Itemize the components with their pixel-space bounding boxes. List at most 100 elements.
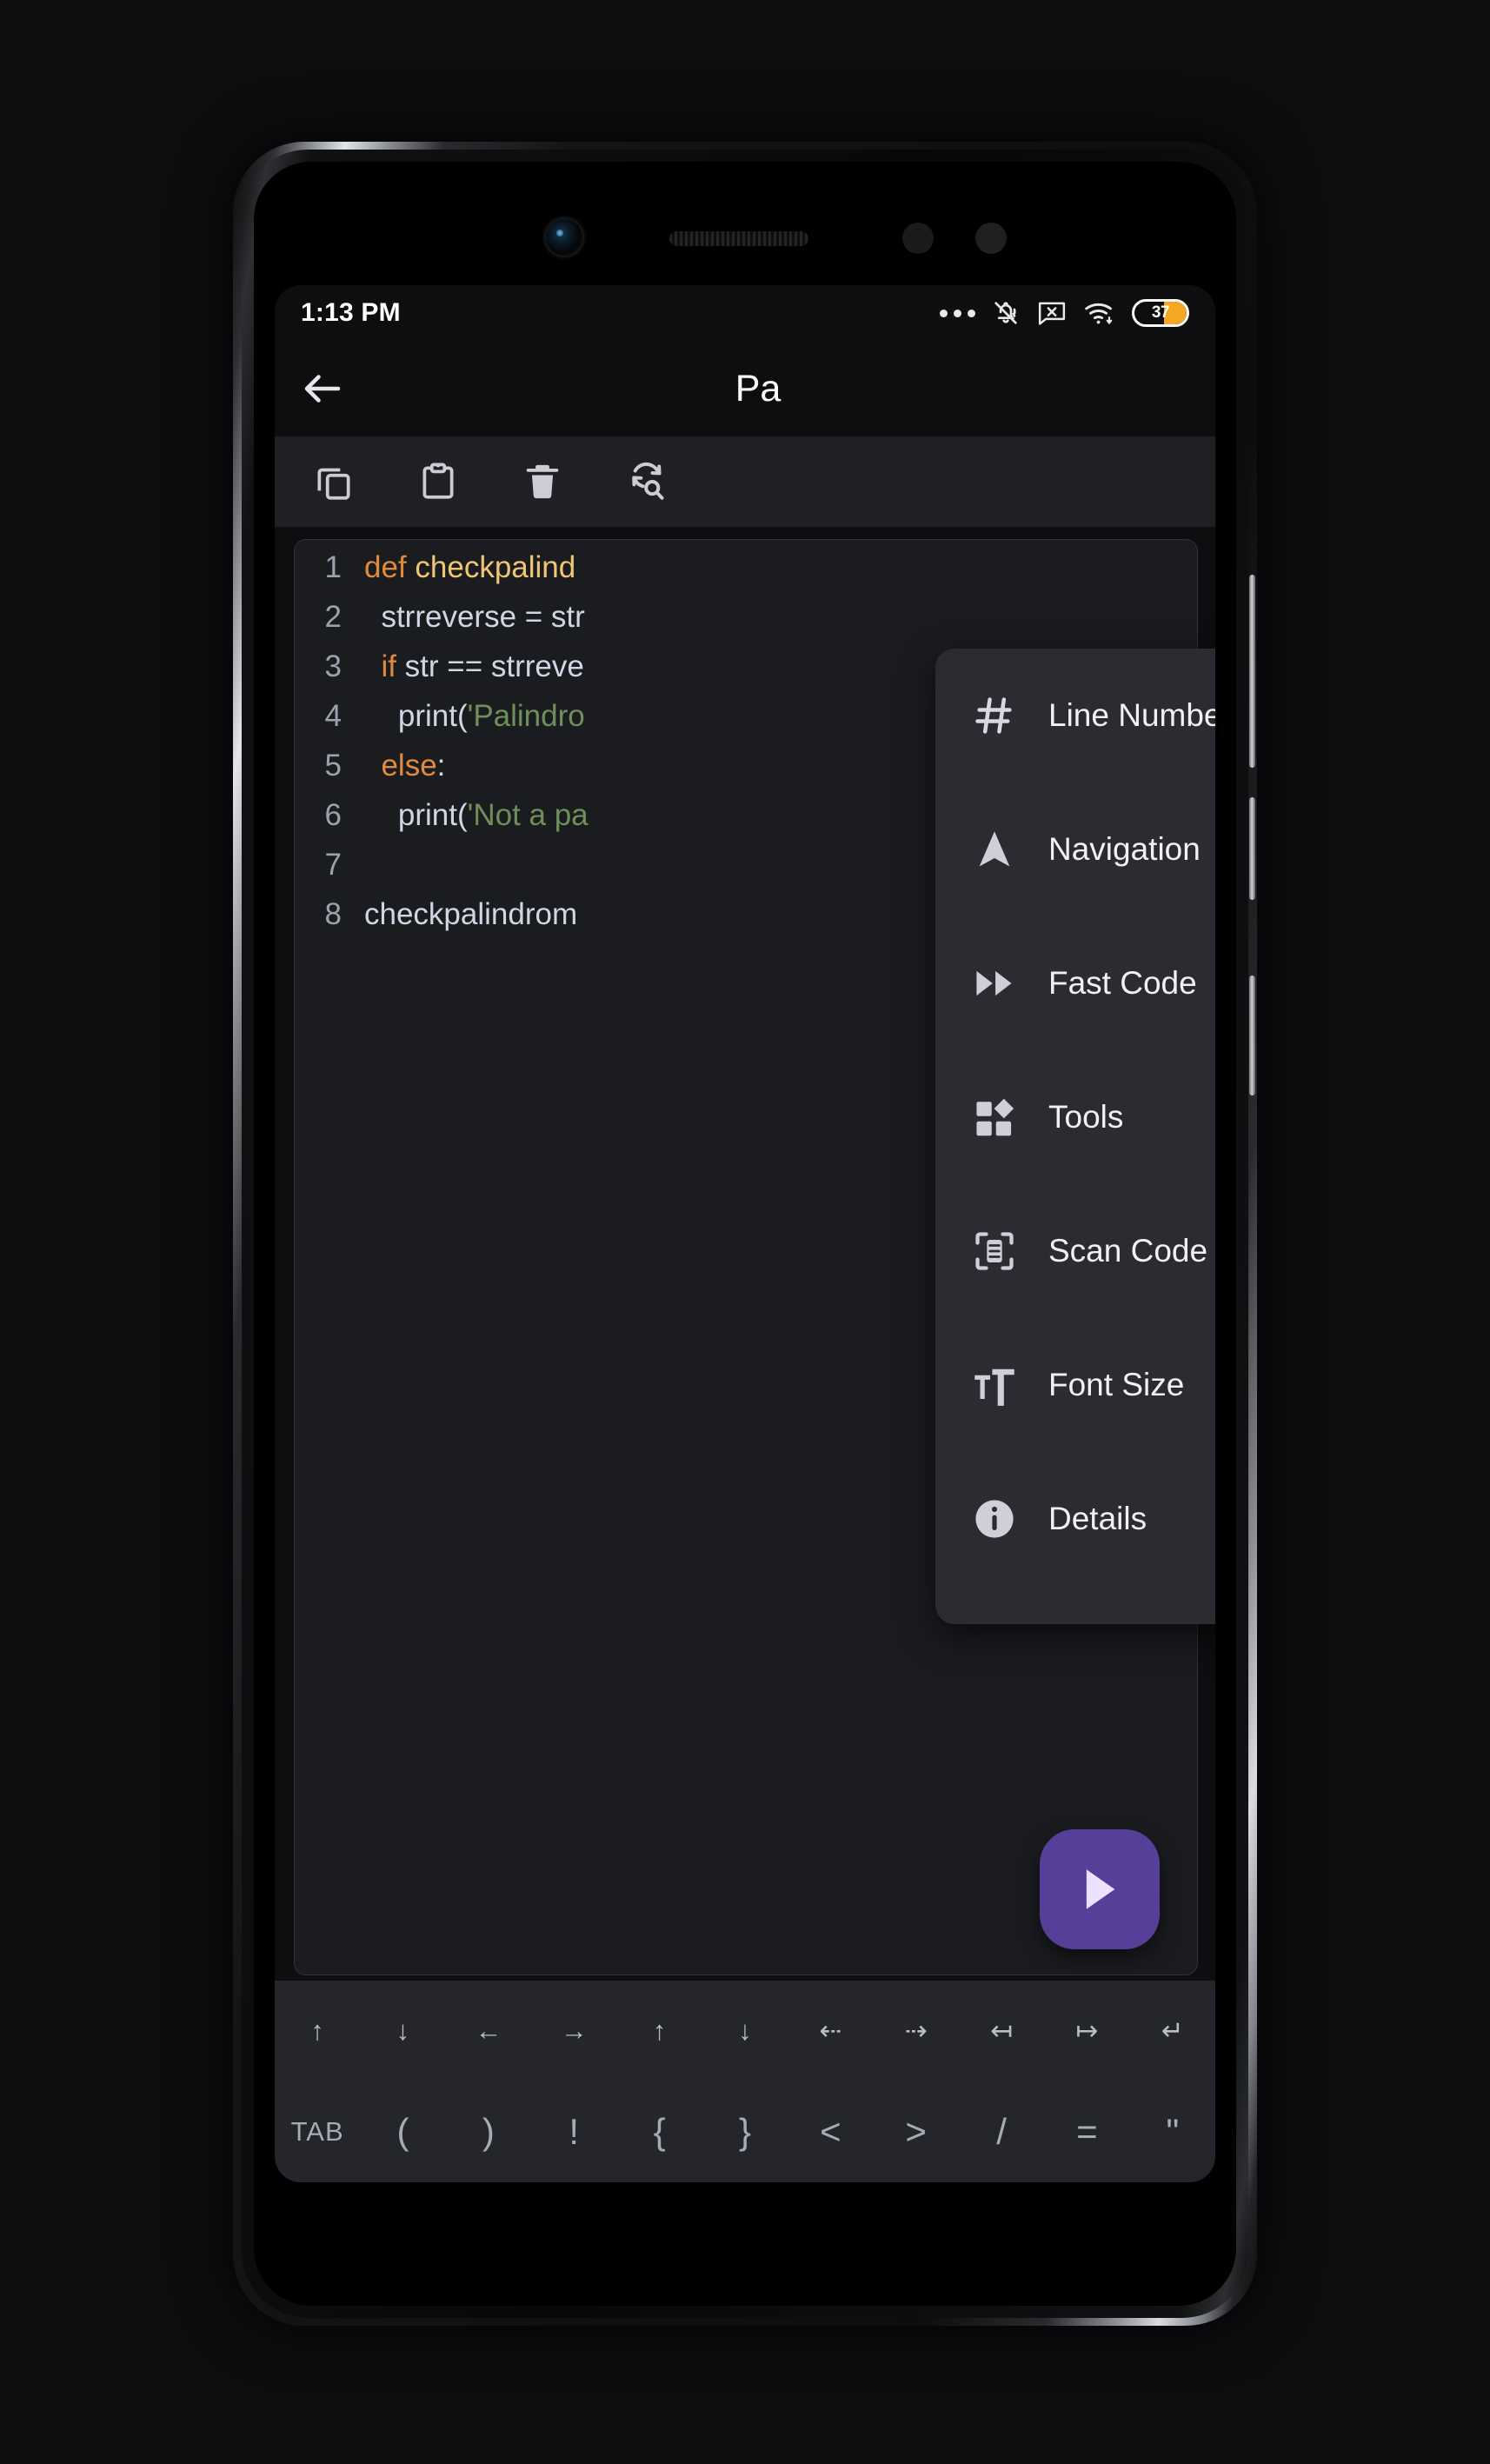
arrow-up-key[interactable]: ↑ [275, 2015, 360, 2047]
brace-open-key[interactable]: { [616, 2111, 702, 2153]
code-token: str == strreve [396, 649, 584, 683]
bell-muted-icon [994, 302, 1017, 324]
menu-item-label: Navigation [1048, 831, 1201, 867]
status-clock: 1:13 PM [301, 298, 401, 327]
angle-open-key[interactable]: < [788, 2111, 873, 2153]
battery-icon: 37 [1132, 299, 1189, 327]
more-dots-icon [940, 309, 975, 317]
run-button[interactable] [1040, 1829, 1160, 1949]
menu-item-tools[interactable]: Tools [935, 1050, 1215, 1184]
page-up-key[interactable]: ↑ [616, 2015, 702, 2047]
proximity-sensor [902, 223, 934, 254]
hash-icon [972, 693, 1034, 738]
keyboard-toolbar: ↑ ↓ ← → ↑ ↓ ⇠ ⇢ ↤ ↦ ↵ TAB()!{} < > / = " [275, 1981, 1215, 2182]
wifi-icon [1085, 303, 1113, 325]
code-token: strreverse = str [364, 600, 585, 634]
find-replace-button[interactable] [622, 457, 671, 506]
screenshot-stage: 1:13 PM 37 Pa 1 def checkpalind 2 strrev… [0, 0, 1490, 2464]
line-number: 5 [324, 749, 342, 782]
code-token: 'Palindro [467, 699, 585, 733]
play-icon [1086, 1869, 1115, 1909]
paren-close-key[interactable]: ) [446, 2111, 531, 2153]
line-number: 1 [324, 550, 342, 584]
page-down-key[interactable]: ↓ [702, 2015, 788, 2047]
code-text: def checkpalind [364, 550, 575, 585]
code-token: : [436, 749, 446, 782]
page-title: Pa [735, 367, 782, 410]
find-replace-icon [632, 462, 664, 500]
code-line: 1 def checkpalind [295, 550, 1197, 600]
sms-blocked-icon [1038, 302, 1066, 325]
slash-key[interactable]: / [959, 2111, 1044, 2153]
paste-button[interactable] [414, 457, 462, 506]
menu-item-label: Font Size [1048, 1367, 1185, 1402]
menu-item-label: Scan Code [1048, 1233, 1208, 1269]
scan-code-icon [972, 1229, 1034, 1274]
tools-grid-icon [972, 1095, 1034, 1140]
line-number: 3 [324, 649, 342, 683]
word-left-key[interactable]: ⇠ [788, 2015, 873, 2047]
line-number: 7 [324, 848, 342, 882]
power-button[interactable] [1249, 976, 1255, 1095]
code-token: def [364, 550, 416, 584]
equals-key[interactable]: = [1044, 2111, 1129, 2153]
arrow-right-key[interactable]: → [531, 2015, 616, 2047]
menu-item-label: Tools [1048, 1099, 1124, 1135]
phone-screen: 1:13 PM 37 Pa 1 def checkpalind 2 strrev… [275, 285, 1215, 2182]
info-icon [972, 1496, 1034, 1542]
code-token: if [381, 649, 396, 683]
font-size-icon [972, 1362, 1034, 1408]
menu-item-line-number[interactable]: Line Number [935, 649, 1215, 782]
line-number: 8 [324, 897, 342, 931]
back-button[interactable] [275, 365, 370, 412]
menu-item-label: Details [1048, 1501, 1147, 1536]
paren-open-key[interactable]: ( [360, 2111, 445, 2153]
code-text: print('Palindro [364, 699, 585, 734]
menu-item-fast-code[interactable]: Fast Code [935, 916, 1215, 1050]
menu-item-scan-code[interactable]: Scan Code [935, 1184, 1215, 1318]
overflow-menu: Line Number Navigation Fast Code Tools Scan … [935, 649, 1215, 1624]
code-token: checkpalind [415, 550, 576, 584]
line-number: 6 [324, 798, 342, 832]
arrow-down-key[interactable]: ↓ [360, 2015, 445, 2047]
earpiece-speaker [669, 231, 808, 246]
front-camera-icon [546, 219, 582, 256]
light-sensor [975, 223, 1007, 254]
delete-icon [526, 464, 559, 499]
fast-forward-icon [972, 961, 1034, 1006]
line-start-key[interactable]: ↤ [959, 2015, 1044, 2047]
line-number: 4 [324, 699, 342, 733]
menu-item-details[interactable]: Details [935, 1452, 1215, 1586]
code-token: print( [364, 798, 468, 832]
arrow-left-key[interactable]: ← [446, 2015, 531, 2047]
code-token: 'Not a pa [467, 798, 589, 832]
delete-button[interactable] [518, 457, 567, 506]
copy-button[interactable] [309, 457, 358, 506]
brace-close-key[interactable]: } [702, 2111, 788, 2153]
edit-toolbar [275, 436, 1215, 527]
keyboard-arrow-row: ↑ ↓ ← → ↑ ↓ ⇠ ⇢ ↤ ↦ ↵ [275, 1981, 1215, 2081]
menu-item-label: Fast Code [1048, 965, 1197, 1001]
code-text: if str == strreve [364, 649, 584, 684]
enter-key[interactable]: ↵ [1130, 2015, 1215, 2047]
code-text: else: [364, 749, 445, 783]
menu-item-navigation[interactable]: Navigation [935, 782, 1215, 916]
volume-down-button[interactable] [1249, 797, 1255, 900]
line-number: 2 [324, 600, 342, 634]
menu-item-label: Line Number [1048, 697, 1215, 733]
back-arrow-icon [304, 375, 341, 403]
quote-key[interactable]: " [1130, 2111, 1215, 2153]
tab-key-key[interactable]: TAB [275, 2116, 360, 2148]
keyboard-symbol-row: TAB()!{} < > / = " [275, 2081, 1215, 2182]
menu-item-font-size[interactable]: Font Size [935, 1318, 1215, 1452]
angle-close-key[interactable]: > [874, 2111, 959, 2153]
exclamation-key[interactable]: ! [531, 2111, 616, 2153]
code-token: checkpalindrom [364, 897, 578, 931]
word-right-key[interactable]: ⇢ [874, 2015, 959, 2047]
line-end-key[interactable]: ↦ [1044, 2015, 1129, 2047]
app-bar: Pa [275, 341, 1215, 436]
code-text: checkpalindrom [364, 897, 577, 932]
volume-up-button[interactable] [1249, 575, 1255, 768]
